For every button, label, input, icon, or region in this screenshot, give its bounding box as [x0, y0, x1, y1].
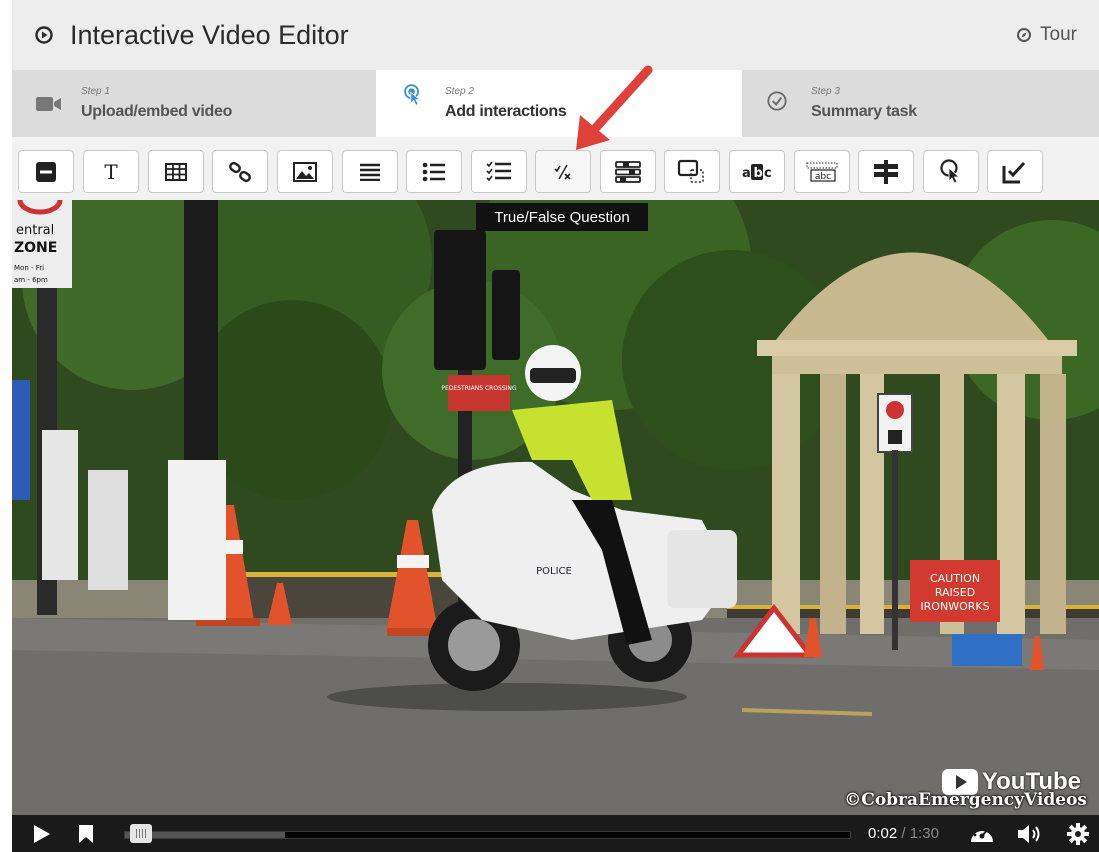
total-time: 1:30 — [909, 825, 939, 842]
svg-text:abc: abc — [815, 172, 831, 182]
step-label: Summary task — [811, 103, 917, 120]
check-circle-icon — [767, 91, 787, 111]
crossroads-tool-button[interactable] — [858, 150, 914, 193]
page-title: Interactive Video Editor — [70, 20, 349, 50]
tab-step-3[interactable]: Step 3 Summary task — [742, 70, 1099, 137]
blanks-icon — [615, 160, 641, 183]
play-icon — [34, 824, 50, 843]
single-choice-set-tool-button[interactable] — [406, 150, 462, 193]
sign-text: RAISED — [935, 586, 975, 599]
volume-icon — [1018, 824, 1040, 843]
sign-text: POLICE — [536, 566, 572, 577]
progress-track[interactable] — [124, 831, 851, 839]
text-icon: T — [104, 161, 118, 183]
step-number: Step 3 — [811, 86, 840, 97]
compass-icon — [1017, 28, 1032, 42]
bullet-list-icon — [422, 162, 445, 181]
settings-button[interactable] — [1065, 815, 1091, 852]
seek-handle[interactable] — [130, 824, 152, 843]
playback-rate-button[interactable] — [967, 815, 997, 852]
tab-step-2[interactable]: Step 2 Add interactions — [376, 70, 742, 137]
mark-words-icon: abc — [742, 163, 772, 181]
play-button[interactable] — [28, 815, 54, 852]
multiple-choice-tool-button[interactable] — [471, 150, 527, 193]
bookmark-icon — [79, 824, 93, 843]
image-icon — [293, 161, 317, 182]
tool-tooltip: True/False Question — [476, 203, 648, 231]
volume-button[interactable] — [1015, 815, 1045, 852]
drag-drop-icon — [677, 159, 704, 183]
sign-text: ZONE — [14, 240, 57, 256]
video-camera-icon — [36, 97, 61, 111]
drag-text-tool-button[interactable]: abc — [794, 150, 850, 193]
image-tool-button[interactable] — [277, 150, 333, 193]
svg-text:c: c — [764, 166, 772, 181]
sign-text: PEDESTRIANS CROSSING — [441, 385, 516, 392]
statements-tool-button[interactable] — [342, 150, 398, 193]
tab-step-1[interactable]: Step 1 Upload/embed video — [12, 70, 376, 137]
speedometer-icon — [971, 826, 993, 842]
video-frame: entral ZONE Mon - Fri am - 6pm PEDESTRIA… — [12, 200, 1099, 815]
sign-text: CAUTION — [930, 572, 980, 585]
checkbox-icon — [1002, 161, 1026, 183]
drag-and-drop-tool-button[interactable] — [664, 150, 720, 193]
signpost-icon — [874, 159, 898, 184]
interactions-toolbar: T abc abc — [12, 137, 1099, 201]
table-icon — [165, 162, 187, 181]
video-watermark: ©CobraEmergencyVideos — [844, 790, 1087, 810]
label-tool-button[interactable] — [18, 150, 74, 193]
mark-the-words-tool-button[interactable]: abc — [729, 150, 785, 193]
tour-label: Tour — [1040, 24, 1077, 45]
annotation-arrow — [576, 65, 653, 150]
svg-text:a: a — [742, 166, 751, 181]
sign-text: entral — [16, 223, 54, 238]
navigation-hotspot-tool-button[interactable] — [923, 150, 979, 193]
link-tool-button[interactable] — [212, 150, 268, 193]
touch-icon — [404, 84, 421, 106]
video-player[interactable]: entral ZONE Mon - Fri am - 6pm PEDESTRIA… — [12, 200, 1099, 815]
svg-text:T: T — [104, 161, 118, 183]
step-label: Add interactions — [445, 103, 567, 120]
step-label: Upload/embed video — [81, 103, 233, 120]
checklist-icon — [486, 161, 511, 181]
step-number: Step 2 — [445, 86, 474, 97]
drag-text-icon: abc — [806, 162, 838, 182]
hotspot-icon — [940, 158, 961, 184]
list-icon — [360, 163, 380, 181]
gear-icon — [1067, 822, 1089, 845]
time-display: 0:02 / 1:30 — [868, 815, 939, 852]
bookmarks-button[interactable] — [74, 815, 98, 852]
sign-text: IRONWORKS — [920, 600, 989, 613]
editor-header: Interactive Video Editor Tour — [12, 0, 1099, 70]
tour-button[interactable]: Tour — [1016, 24, 1077, 46]
svg-text:b: b — [754, 166, 763, 181]
true-false-icon — [554, 164, 571, 180]
sign-text: Mon - Fri — [14, 264, 44, 272]
text-tool-button[interactable]: T — [83, 150, 139, 193]
label-icon — [36, 161, 56, 182]
time-separator: / — [901, 825, 906, 842]
table-tool-button[interactable] — [148, 150, 204, 193]
link-icon — [229, 161, 251, 182]
play-circle-icon — [35, 26, 53, 44]
player-controls: 0:02 / 1:30 — [12, 815, 1099, 852]
sign-text: am - 6pm — [14, 276, 48, 284]
step-number: Step 1 — [81, 86, 110, 97]
step-tabs: Step 1 Upload/embed video Step 2 Add int… — [12, 70, 1099, 137]
free-text-question-tool-button[interactable] — [987, 150, 1043, 193]
current-time: 0:02 — [868, 825, 898, 842]
